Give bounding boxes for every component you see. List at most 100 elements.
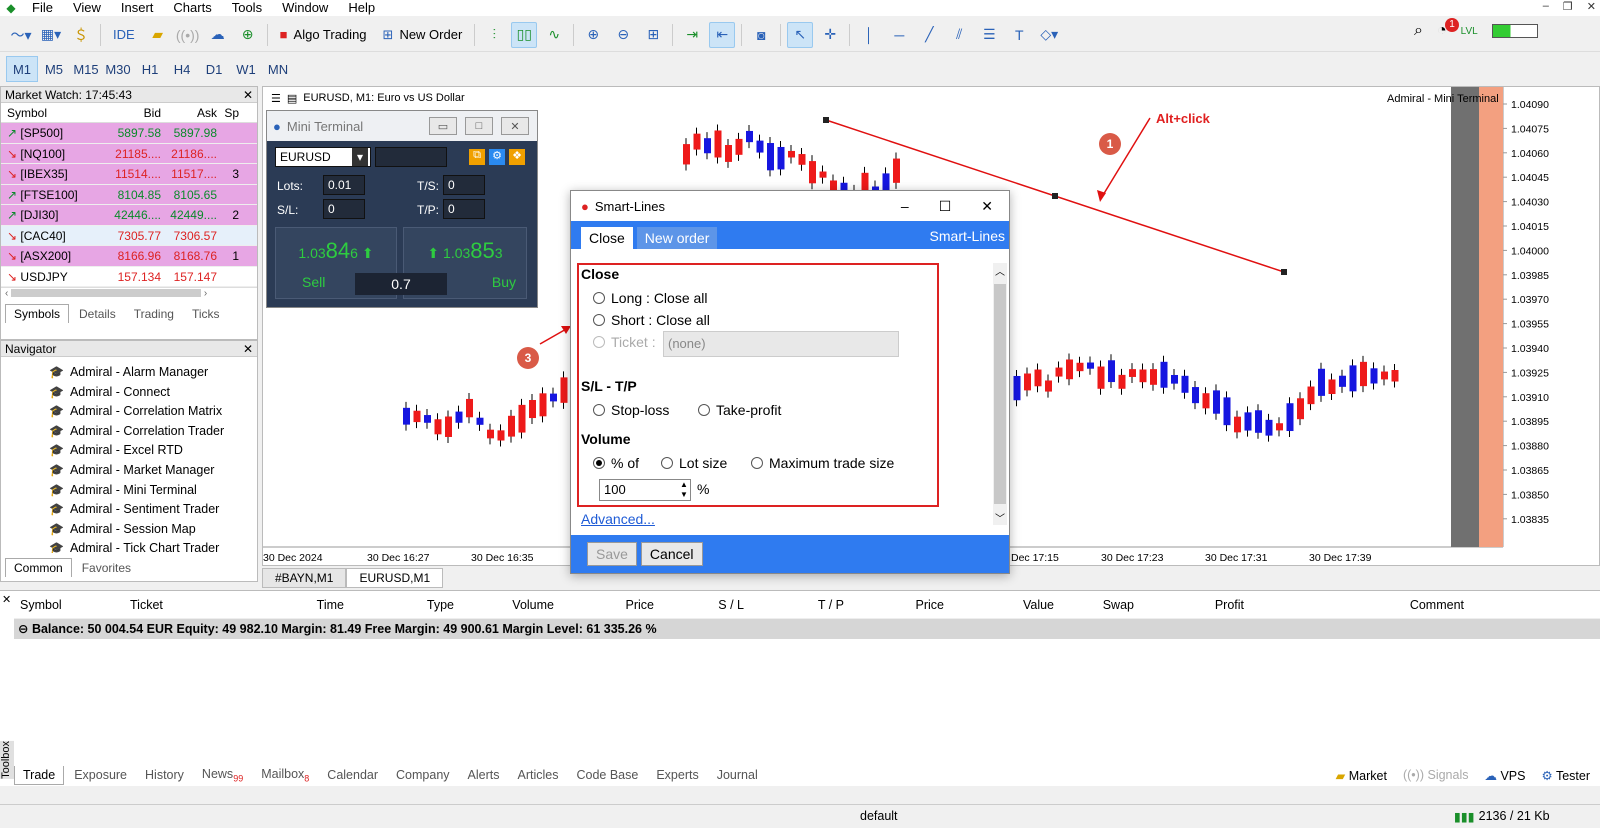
- col-spread[interactable]: Sp: [217, 103, 239, 122]
- menu-insert[interactable]: Insert: [111, 0, 164, 16]
- radio-max-trade-size[interactable]: Maximum trade size: [751, 455, 894, 471]
- tf-m1[interactable]: M1: [6, 56, 38, 82]
- menu-view[interactable]: View: [63, 0, 111, 16]
- search-icon[interactable]: ⌕: [1414, 22, 1423, 40]
- navigator-item[interactable]: 🎓 Admiral - Correlation Matrix: [1, 402, 257, 422]
- chevron-down-icon[interactable]: ﹀: [995, 510, 1005, 525]
- radio-button[interactable]: [593, 336, 605, 348]
- col-symbol[interactable]: Symbol: [1, 103, 106, 122]
- market-tab[interactable]: ▰ Market: [1336, 768, 1387, 783]
- menu-charts[interactable]: Charts: [163, 0, 221, 16]
- tab-close[interactable]: Close: [581, 227, 633, 249]
- toolbox-tab-mailbox[interactable]: Mailbox8: [253, 765, 317, 786]
- minimize-icon[interactable]: –: [901, 198, 909, 215]
- trade-col-header[interactable]: Profit: [1134, 591, 1244, 618]
- maximize-icon[interactable]: ☐: [939, 198, 952, 215]
- autoscroll-icon[interactable]: ⇥: [679, 22, 705, 48]
- settings-icon[interactable]: ❖: [509, 149, 525, 165]
- globe-icon[interactable]: ⊕: [235, 22, 261, 48]
- market-watch-row[interactable]: ↗ [FTSE100] 8104.85 8105.65: [1, 184, 257, 205]
- tf-m30[interactable]: M30: [102, 56, 134, 82]
- cancel-button[interactable]: Cancel: [640, 542, 703, 566]
- toolbox-tab-exposure[interactable]: Exposure: [66, 766, 135, 784]
- crosshair-icon[interactable]: ✛: [817, 22, 843, 48]
- tf-m5[interactable]: M5: [38, 56, 70, 82]
- toolbox-tab-trade[interactable]: Trade: [14, 765, 65, 785]
- sl-input[interactable]: 0: [323, 199, 365, 219]
- smart-lines-titlebar[interactable]: ● Smart-Lines – ☐ ✕: [571, 191, 1009, 221]
- vertical-line-icon[interactable]: │: [856, 22, 882, 48]
- radio-button[interactable]: [593, 292, 605, 304]
- radio-take-profit[interactable]: Take-profit: [698, 402, 781, 418]
- radio-button[interactable]: [593, 404, 605, 416]
- spinner-icon[interactable]: ▲ ▼: [680, 480, 690, 500]
- tf-w1[interactable]: W1: [230, 56, 262, 82]
- menu-tools[interactable]: Tools: [222, 0, 272, 16]
- bar-chart-icon[interactable]: ⫶: [481, 22, 507, 48]
- market-watch-row[interactable]: ↘ [NQ100] 21185.... 21186....: [1, 143, 257, 164]
- notifications-icon[interactable]: ◔ 1: [1437, 18, 1459, 40]
- tab-symbols[interactable]: Symbols: [5, 304, 70, 323]
- save-button[interactable]: Save: [587, 542, 637, 566]
- toolbox-tab-journal[interactable]: Journal: [709, 766, 766, 784]
- menu-help[interactable]: Help: [338, 0, 385, 16]
- bag-icon[interactable]: ▰: [145, 22, 171, 48]
- horizontal-scrollbar[interactable]: ‹ ›: [1, 287, 257, 301]
- minimize-icon[interactable]: –: [1543, 0, 1549, 13]
- trade-col-header[interactable]: Price: [844, 591, 944, 618]
- gear-icon[interactable]: ⚙: [489, 149, 505, 165]
- toolbox-tab-company[interactable]: Company: [388, 766, 458, 784]
- radio-button[interactable]: [698, 404, 710, 416]
- chart-template-icon[interactable]: ▦▾: [38, 22, 64, 48]
- text-icon[interactable]: T: [1006, 22, 1032, 48]
- tf-mn[interactable]: MN: [262, 56, 294, 82]
- navigator-item[interactable]: 🎓 Admiral - Market Manager: [1, 461, 257, 481]
- radio-stop-loss[interactable]: Stop-loss: [593, 402, 669, 418]
- collapse-icon[interactable]: ⊖: [18, 622, 32, 636]
- radio-button[interactable]: [661, 457, 673, 469]
- tester-tab[interactable]: ⚙ Tester: [1541, 768, 1590, 783]
- tf-h4[interactable]: H4: [166, 56, 198, 82]
- symbol-select[interactable]: EURUSD ▾: [275, 147, 371, 167]
- market-watch-row[interactable]: ↗ [DJI30] 42446.... 42449.... 2: [1, 205, 257, 226]
- new-order-button[interactable]: ⊞ New Order: [377, 22, 469, 48]
- signals-tab[interactable]: ((•)) Signals: [1403, 768, 1469, 783]
- tab-ticks[interactable]: Ticks: [184, 305, 228, 323]
- close-icon[interactable]: ✕: [501, 117, 529, 135]
- ts-input[interactable]: 0: [443, 175, 485, 195]
- chart-list-icon[interactable]: ☰: [271, 92, 281, 105]
- fibonacci-icon[interactable]: ☰: [976, 22, 1002, 48]
- dialog-scrollbar[interactable]: ︿ ﹀: [993, 263, 1007, 525]
- chart-tab-bayn[interactable]: #BAYN,M1: [262, 568, 347, 588]
- line-icon[interactable]: ∿: [541, 22, 567, 48]
- ticket-field[interactable]: (none): [663, 331, 899, 357]
- line-chart-icon[interactable]: 〜▾: [8, 22, 34, 48]
- tab-common[interactable]: Common: [5, 558, 72, 577]
- trade-col-header[interactable]: Value: [944, 591, 1054, 618]
- tab-new-order[interactable]: New order: [636, 227, 718, 249]
- navigator-item[interactable]: 🎓 Admiral - Tick Chart Trader: [1, 539, 257, 553]
- toolbox-tab-calendar[interactable]: Calendar: [319, 766, 386, 784]
- mini-terminal-titlebar[interactable]: ● Mini Terminal ▭ □ ✕: [267, 111, 537, 141]
- toolbox-tab-alerts[interactable]: Alerts: [460, 766, 508, 784]
- restore-icon[interactable]: ❐: [1563, 0, 1573, 13]
- trade-col-header[interactable]: S / L: [654, 591, 744, 618]
- volume-input[interactable]: 100 ▲ ▼: [599, 479, 691, 501]
- menu-window[interactable]: Window: [272, 0, 338, 16]
- ide-button[interactable]: IDE: [107, 22, 141, 48]
- maximize-icon[interactable]: □: [465, 117, 493, 135]
- grid-icon[interactable]: ⊞: [640, 22, 666, 48]
- signal-icon[interactable]: ((•)): [175, 22, 201, 48]
- navigator-item[interactable]: 🎓 Admiral - Sentiment Trader: [1, 500, 257, 520]
- toolbox-tab-articles[interactable]: Articles: [509, 766, 566, 784]
- minimize-icon[interactable]: ▭: [429, 117, 457, 135]
- chart-shift-icon[interactable]: ⇤: [709, 21, 736, 48]
- navigator-item[interactable]: 🎓 Admiral - Session Map: [1, 520, 257, 540]
- chart-tab-eurusd[interactable]: EURUSD,M1: [346, 568, 444, 588]
- col-ask[interactable]: Ask: [161, 103, 217, 122]
- trade-col-header[interactable]: Ticket: [124, 591, 214, 618]
- market-watch-row[interactable]: ↘ [IBEX35] 11514.... 11517.... 3: [1, 164, 257, 185]
- cursor-icon[interactable]: ↖: [787, 21, 814, 48]
- trade-col-header[interactable]: Comment: [1244, 591, 1464, 618]
- zoom-in-icon[interactable]: ⊕: [580, 22, 606, 48]
